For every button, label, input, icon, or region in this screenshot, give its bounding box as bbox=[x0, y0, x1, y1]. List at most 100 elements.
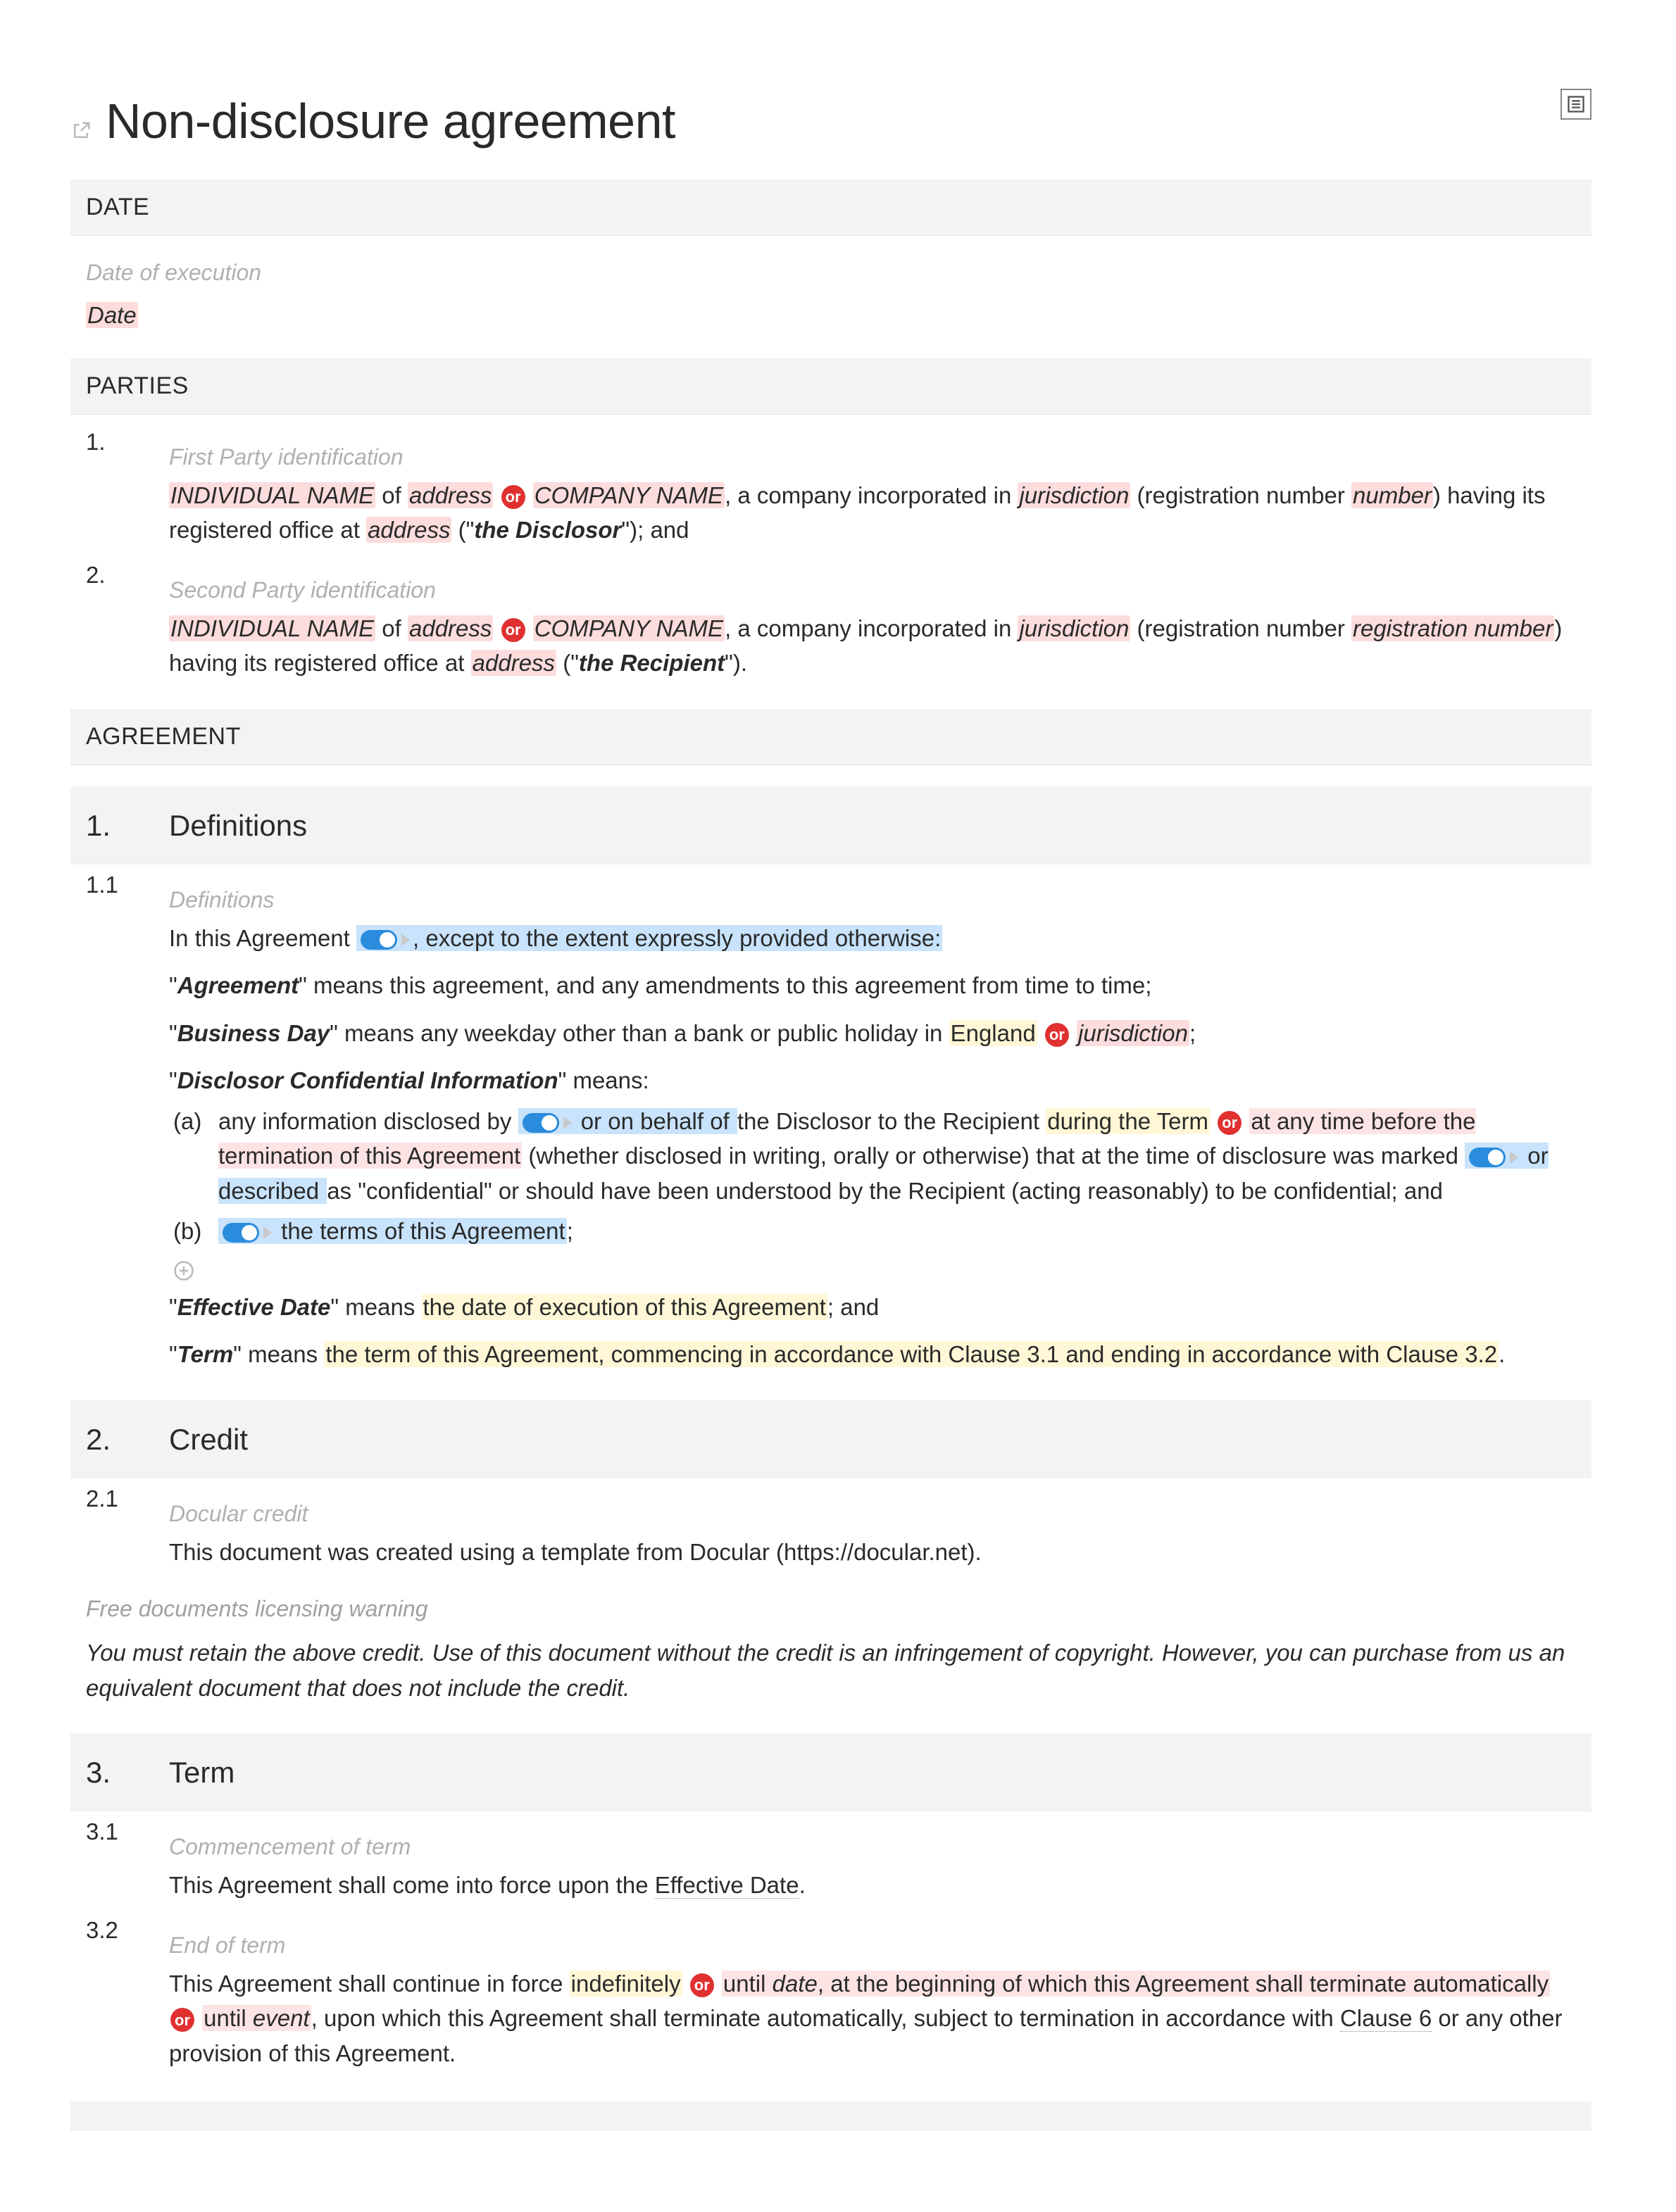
toggle-extent[interactable] bbox=[361, 930, 410, 950]
def-agreement: "Agreement" means this agreement, and an… bbox=[169, 968, 1576, 1003]
def-term: "Term" means the term of this Agreement,… bbox=[169, 1337, 1576, 1372]
text: of bbox=[375, 615, 408, 641]
or-pill[interactable]: or bbox=[170, 2008, 194, 2032]
item-a: (a) any information disclosed by or on b… bbox=[169, 1104, 1576, 1209]
clause-1-1-num: 1.1 bbox=[86, 867, 134, 1372]
field-party2-number[interactable]: registration number bbox=[1351, 615, 1554, 641]
field-party1-addr2[interactable]: address bbox=[366, 517, 451, 543]
text: In this Agreement bbox=[169, 925, 350, 951]
item-b-label: (b) bbox=[173, 1214, 207, 1249]
toggle-onbehalf[interactable] bbox=[523, 1113, 572, 1133]
text-extent: , except to the extent expressly provide… bbox=[413, 925, 941, 951]
text: " means bbox=[233, 1341, 324, 1367]
page-header: Non-disclosure agreement bbox=[70, 84, 1591, 158]
date-value-block: Date bbox=[70, 294, 1591, 337]
text: This Agreement shall come into force upo… bbox=[169, 1872, 655, 1898]
clause-2-1-text: This document was created using a templa… bbox=[169, 1535, 1576, 1570]
field-party2-juris[interactable]: jurisdiction bbox=[1018, 615, 1130, 641]
text: , a company incorporated in bbox=[725, 615, 1018, 641]
link-effective-date[interactable]: Effective Date bbox=[655, 1872, 799, 1899]
field-date[interactable]: Date bbox=[86, 302, 138, 328]
or-pill[interactable]: or bbox=[690, 1973, 714, 1997]
heading-term: 3. Term bbox=[70, 1733, 1591, 1811]
text: , upon which this Agreement shall termin… bbox=[311, 2005, 1340, 2031]
field-party2-company[interactable]: COMPANY NAME bbox=[533, 615, 725, 641]
text: , at the beginning of which this Agreeme… bbox=[818, 1971, 1549, 1997]
toggle-ordescribed[interactable] bbox=[1469, 1148, 1518, 1167]
toggle-terms[interactable] bbox=[223, 1223, 272, 1243]
field-party2-addr[interactable]: address bbox=[408, 615, 493, 641]
or-pill[interactable]: or bbox=[1218, 1111, 1242, 1135]
text: (" bbox=[451, 517, 474, 543]
section-date: DATE bbox=[70, 180, 1591, 236]
heading-num-3: 3. bbox=[86, 1750, 134, 1795]
party-2-row: 2. Second Party identification INDIVIDUA… bbox=[70, 555, 1591, 688]
clause-2-1: 2.1 Docular credit This document was cre… bbox=[70, 1478, 1591, 1577]
clause-3-1-body: Commencement of term This Agreement shal… bbox=[169, 1814, 1576, 1903]
text: ; bbox=[1189, 1020, 1196, 1046]
text: " means any weekday other than a bank or… bbox=[330, 1020, 949, 1046]
add-item-button[interactable] bbox=[173, 1256, 194, 1277]
link-clause-6[interactable]: Clause 6 bbox=[1340, 2005, 1432, 2032]
text: (registration number bbox=[1130, 615, 1351, 641]
toggle-wrap: , except to the extent expressly provide… bbox=[356, 925, 942, 951]
text: . bbox=[799, 1872, 806, 1898]
party-1-number: 1. bbox=[86, 425, 134, 548]
footer-band bbox=[70, 2101, 1591, 2131]
text: until bbox=[204, 2005, 253, 2031]
opt-until-date[interactable]: until date, at the beginning of which th… bbox=[722, 1971, 1550, 1997]
clause-3-2: 3.2 End of term This Agreement shall con… bbox=[70, 1910, 1591, 2078]
heading-title-1: Definitions bbox=[169, 803, 1576, 848]
hint-definitions: Definitions bbox=[169, 867, 1576, 921]
field-bday-juris[interactable]: jurisdiction bbox=[1077, 1020, 1189, 1046]
clause-3-2-body: End of term This Agreement shall continu… bbox=[169, 1913, 1576, 2071]
or-pill[interactable]: or bbox=[501, 485, 525, 509]
text: " means this agreement, and any amendmen… bbox=[299, 972, 1151, 998]
opt-until-event[interactable]: until event bbox=[202, 2005, 311, 2031]
hint-party1: First Party identification bbox=[169, 425, 1576, 478]
term-dci: Disclosor Confidential Information bbox=[177, 1067, 558, 1093]
page-title: Non-disclosure agreement bbox=[106, 84, 675, 158]
text: (" bbox=[556, 650, 579, 676]
heading-num-1: 1. bbox=[86, 803, 134, 848]
field-party1-addr[interactable]: address bbox=[408, 482, 493, 508]
item-a-label: (a) bbox=[173, 1104, 207, 1209]
text: , a company incorporated in bbox=[725, 482, 1018, 508]
field-party2-name[interactable]: INDIVIDUAL NAME bbox=[169, 615, 375, 641]
opt-england[interactable]: England bbox=[949, 1020, 1037, 1046]
party-1-row: 1. First Party identification INDIVIDUAL… bbox=[70, 422, 1591, 555]
party-2-body: Second Party identification INDIVIDUAL N… bbox=[169, 558, 1576, 681]
clause-1-1-line: In this Agreement , except to the extent… bbox=[169, 921, 1576, 956]
opt-eff-date[interactable]: the date of execution of this Agreement bbox=[422, 1294, 827, 1320]
def-dci: "Disclosor Confidential Information" mea… bbox=[169, 1063, 1576, 1277]
toc-button[interactable] bbox=[1561, 89, 1591, 120]
item-b-body: the terms of this Agreement; bbox=[218, 1214, 1576, 1249]
text: "). bbox=[725, 650, 747, 676]
section-agreement: AGREEMENT bbox=[70, 709, 1591, 765]
hint-end-of-term: End of term bbox=[169, 1913, 1576, 1966]
def-business-day: "Business Day" means any weekday other t… bbox=[169, 1016, 1576, 1051]
text: ; bbox=[567, 1218, 573, 1244]
text: . bbox=[1499, 1341, 1505, 1367]
clause-3-1-text: This Agreement shall come into force upo… bbox=[169, 1868, 1576, 1903]
or-pill[interactable]: or bbox=[1045, 1023, 1069, 1047]
field-party1-number[interactable]: number bbox=[1351, 482, 1433, 508]
opt-indefinitely[interactable]: indefinitely bbox=[570, 1971, 682, 1997]
clause-1-1-body: Definitions In this Agreement , except t… bbox=[169, 867, 1576, 1372]
or-pill[interactable]: or bbox=[501, 618, 525, 642]
role-disclosor: the Disclosor bbox=[474, 517, 621, 543]
clause-2-1-num: 2.1 bbox=[86, 1481, 134, 1570]
free-warning-label: Free documents licensing warning bbox=[70, 1576, 1591, 1631]
field-until-date[interactable]: date bbox=[773, 1971, 818, 1997]
field-party1-juris[interactable]: jurisdiction bbox=[1018, 482, 1130, 508]
text: the terms of this Agreement bbox=[275, 1218, 565, 1244]
field-until-event[interactable]: event bbox=[253, 2005, 310, 2031]
field-party1-name[interactable]: INDIVIDUAL NAME bbox=[169, 482, 375, 508]
opt-during-term[interactable]: during the Term bbox=[1046, 1108, 1210, 1134]
field-party1-company[interactable]: COMPANY NAME bbox=[533, 482, 725, 508]
item-a-body: any information disclosed by or on behal… bbox=[218, 1104, 1576, 1209]
heading-title-2: Credit bbox=[169, 1417, 1576, 1462]
opt-term-span[interactable]: the term of this Agreement, commencing i… bbox=[324, 1341, 1499, 1367]
field-party2-addr2[interactable]: address bbox=[471, 650, 556, 676]
text: of bbox=[375, 482, 408, 508]
